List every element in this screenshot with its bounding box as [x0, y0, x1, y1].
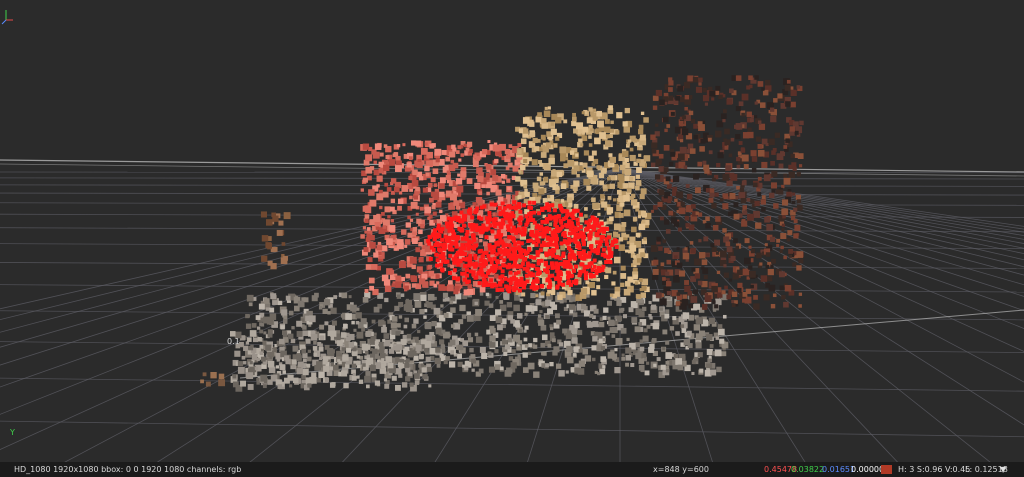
axis-y-label: Y: [10, 428, 15, 437]
point-cloud-scene: [0, 75, 1024, 462]
color-swatch: [881, 465, 892, 474]
viewer-status-bar: HD_1080 1920x1080 bbox: 0 0 1920 1080 ch…: [0, 462, 1024, 477]
alpha-value: 0.00000: [851, 465, 885, 474]
hsv-values: H: 3 S:0.96 V:0.45: [898, 465, 971, 474]
pixel-coordinates: x=848 y=600: [653, 465, 709, 474]
3d-viewport[interactable]: 0.1 Y: [0, 0, 1024, 462]
format-info: HD_1080 1920x1080 bbox: 0 0 1920 1080 ch…: [14, 465, 242, 474]
ground-grid: [0, 159, 1024, 462]
axis-gizmo-icon: [1, 10, 13, 25]
point-cloud: [200, 75, 804, 392]
grid-scale-label: 0.1: [227, 337, 240, 346]
triangle-down-icon[interactable]: ▼: [1000, 462, 1006, 477]
green-value: 0.03822: [791, 465, 825, 474]
